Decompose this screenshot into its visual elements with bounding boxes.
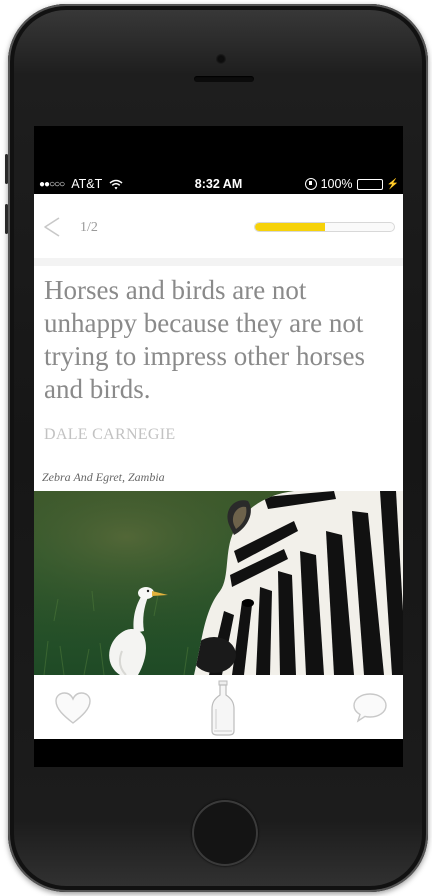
battery-percent: 100% — [320, 177, 353, 191]
battery-icon — [356, 178, 383, 190]
nav-bar: 1/2 — [34, 194, 403, 258]
comment-bubble-icon[interactable] — [352, 691, 388, 723]
bottle-icon[interactable] — [208, 679, 238, 737]
volume-button — [5, 154, 8, 184]
quote-text: Horses and birds are not unhappy because… — [44, 275, 365, 404]
bottom-toolbar — [34, 675, 403, 739]
rotation-lock-icon — [304, 178, 317, 190]
reading-progress-bar — [254, 222, 395, 232]
status-bar: ●●○○○ AT&T 8:32 AM 100% ⚡ — [34, 174, 403, 194]
photo-caption: Zebra And Egret, Zambia — [42, 470, 165, 484]
progress-fill — [255, 223, 325, 231]
back-arrow-icon[interactable] — [42, 216, 62, 238]
page-indicator: 1/2 — [80, 220, 98, 235]
quote-app: 1/2 Horses and birds are not unhappy bec… — [34, 194, 403, 739]
quote-author: DALE CARNEGIE — [44, 426, 176, 443]
zebra-egret-photo — [34, 491, 403, 675]
home-button[interactable] — [192, 800, 258, 866]
phone-screen: ●●○○○ AT&T 8:32 AM 100% ⚡ 1/2 Horses and… — [34, 126, 403, 767]
charging-icon: ⚡ — [386, 178, 399, 190]
front-camera — [216, 54, 226, 64]
divider — [34, 258, 403, 266]
earpiece-speaker — [194, 76, 254, 82]
volume-button — [5, 204, 8, 234]
heart-icon[interactable] — [54, 691, 92, 725]
